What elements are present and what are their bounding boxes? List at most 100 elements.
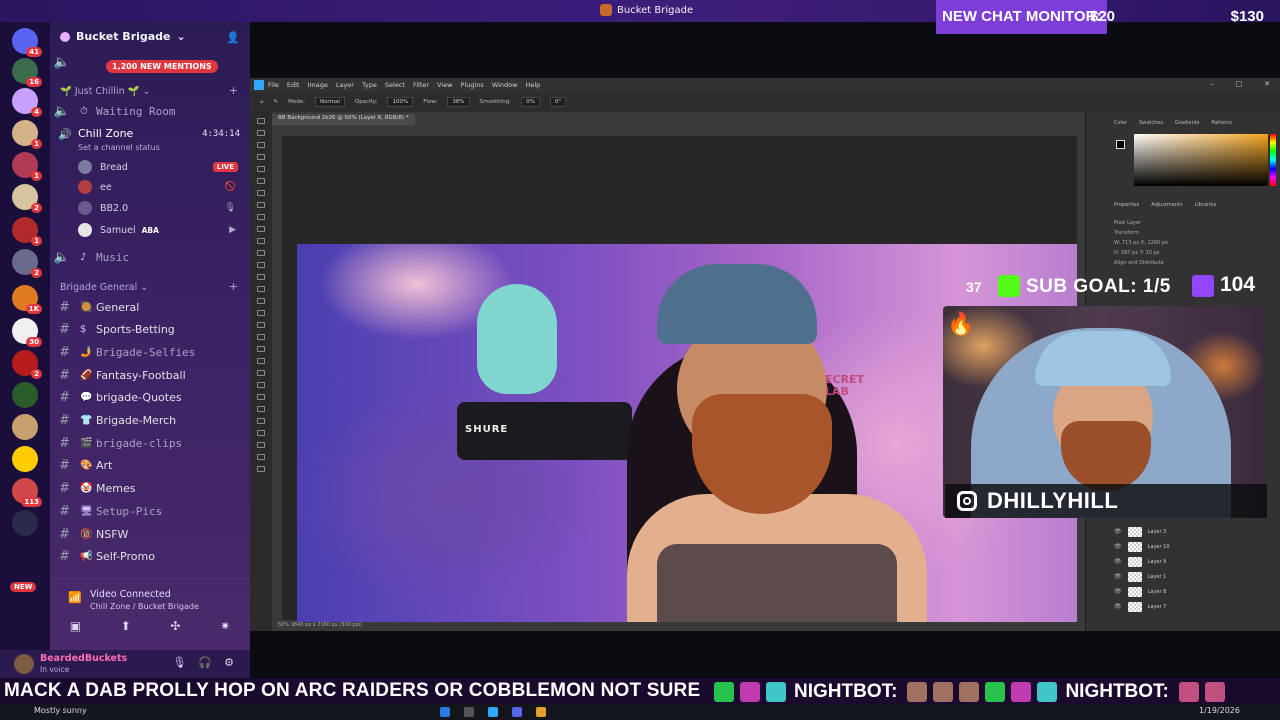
layer-row[interactable]: 👁 Layer 1	[1114, 569, 1274, 584]
headphones-icon[interactable]: 🎧	[198, 656, 212, 669]
soundboard-icon[interactable]: ✷	[220, 619, 230, 633]
server-icon[interactable]: 1	[12, 217, 42, 246]
tool-icon[interactable]	[257, 322, 265, 328]
menu-plugins[interactable]: Plugins	[461, 81, 484, 89]
brush-icon[interactable]: ✎	[274, 99, 279, 105]
tool-icon[interactable]	[257, 130, 265, 136]
tool-icon[interactable]	[257, 442, 265, 448]
menu-type[interactable]: Type	[362, 81, 377, 89]
server-icon[interactable]: 41	[12, 28, 42, 57]
tool-icon[interactable]	[257, 298, 265, 304]
search-icon[interactable]	[464, 707, 474, 717]
tool-icon[interactable]	[257, 250, 265, 256]
category-just-chillin[interactable]: 🌱 Just Chillin 🌱 ⌄	[60, 86, 150, 97]
tool-icon[interactable]	[257, 346, 265, 352]
add-channel-icon[interactable]: +	[229, 84, 238, 97]
tool-icon[interactable]	[257, 406, 265, 412]
home-icon[interactable]: ⌂	[260, 99, 264, 105]
category-brigade-general[interactable]: Brigade General ⌄	[60, 282, 148, 293]
tool-icon[interactable]	[257, 154, 265, 160]
tool-icon[interactable]	[257, 214, 265, 220]
channel-fantasy-football[interactable]: # 🏈 Fantasy-Football	[50, 365, 250, 385]
channel-setup-pics[interactable]: # 🖥 Setup-Pics	[50, 501, 250, 521]
server-icon[interactable]: 1	[12, 120, 42, 149]
tool-icon[interactable]	[257, 418, 265, 424]
panel-tab-properties[interactable]: Properties	[1114, 202, 1139, 208]
avatar[interactable]	[14, 654, 34, 674]
tool-icon[interactable]	[257, 262, 265, 268]
panel-tab-libraries[interactable]: Libraries	[1195, 202, 1217, 208]
screen-share-icon[interactable]: ⬆	[121, 619, 131, 633]
tool-icon[interactable]	[257, 334, 265, 340]
tool-icon[interactable]	[257, 142, 265, 148]
photoshop-app-icon[interactable]	[488, 707, 498, 717]
tool-icon[interactable]	[257, 238, 265, 244]
hue-slider[interactable]	[1270, 134, 1276, 186]
document-tab[interactable]: BB Background 2k26 @ 50% (Layer 6, RGB/8…	[272, 114, 415, 125]
weather-widget[interactable]: Mostly sunny	[34, 706, 87, 715]
mode-select[interactable]: Normal	[314, 97, 345, 107]
server-icon[interactable]: 1	[12, 152, 42, 181]
tool-icon[interactable]	[257, 358, 265, 364]
server-icon[interactable]: 16	[12, 58, 42, 87]
voice-channel-music[interactable]: 🔈 ♪ Music	[50, 247, 250, 267]
foreground-color-swatch[interactable]	[1116, 140, 1125, 149]
voice-channel-waiting-room[interactable]: 🔈 ⏱ Waiting Room	[50, 101, 250, 121]
server-icon[interactable]	[12, 382, 38, 408]
server-icon[interactable]	[12, 414, 38, 440]
channel-brigade-merch[interactable]: # 👕 Brigade-Merch	[50, 411, 250, 431]
tool-icon[interactable]	[257, 286, 265, 292]
channel-general[interactable]: # 🥘 General	[50, 297, 250, 317]
color-picker-field[interactable]	[1134, 134, 1268, 186]
eye-icon[interactable]: 👁	[1114, 603, 1122, 610]
tool-icon[interactable]	[257, 190, 265, 196]
panel-tab-adjustments[interactable]: Adjustments	[1151, 202, 1182, 208]
menu-help[interactable]: Help	[525, 81, 540, 89]
start-icon[interactable]	[440, 707, 450, 717]
menu-window[interactable]: Window	[492, 81, 518, 89]
layer-row[interactable]: 👁 Layer 3	[1114, 524, 1274, 539]
tool-icon[interactable]	[257, 382, 265, 388]
tool-icon[interactable]	[257, 394, 265, 400]
channel-memes[interactable]: # 🤡 Memes	[50, 479, 250, 499]
mentions-pill[interactable]: 1,200 NEW MENTIONS	[106, 60, 218, 73]
eye-icon[interactable]: 👁	[1114, 573, 1122, 580]
camera-off-icon[interactable]: ▣	[70, 619, 81, 633]
server-icon[interactable]: 2	[12, 249, 42, 278]
tool-icon[interactable]	[257, 310, 265, 316]
opacity-field[interactable]: 100%	[387, 97, 414, 107]
activities-icon[interactable]: ✣	[170, 619, 180, 633]
eye-icon[interactable]: 👁	[1114, 528, 1122, 535]
tool-icon[interactable]	[257, 430, 265, 436]
tool-icon[interactable]	[257, 118, 265, 124]
eye-icon[interactable]: 👁	[1114, 543, 1122, 550]
menu-layer[interactable]: Layer	[336, 81, 354, 89]
server-header[interactable]: Bucket Brigade ⌄	[60, 30, 186, 43]
discord-app-icon[interactable]	[512, 707, 522, 717]
menu-file[interactable]: File	[268, 81, 279, 89]
add-member-icon[interactable]: 👤	[226, 31, 240, 44]
server-icon[interactable]: 1K	[12, 285, 42, 314]
voice-user-ee[interactable]: ее 🚫	[78, 177, 248, 197]
voice-channel-chill-zone[interactable]: 🔊 Chill Zone 4:34:14 Set a channel statu…	[50, 124, 250, 154]
channel-self-promo[interactable]: # 📢 Self-Promo	[50, 547, 250, 567]
server-icon[interactable]: 113	[12, 478, 42, 507]
channel-brigade-quotes[interactable]: # 💬 brigade-Quotes	[50, 388, 250, 408]
gear-icon[interactable]: ⚙	[224, 656, 234, 669]
tool-icon[interactable]	[257, 178, 265, 184]
folder-icon[interactable]	[536, 707, 546, 717]
channel-sports-betting[interactable]: # $ Sports-Betting	[50, 320, 250, 340]
channel-status[interactable]: Set a channel status	[78, 143, 160, 152]
server-icon[interactable]	[12, 446, 38, 472]
menu-image[interactable]: Image	[307, 81, 327, 89]
server-icon[interactable]: 4	[12, 88, 42, 117]
tool-icon[interactable]	[257, 202, 265, 208]
layer-row[interactable]: 👁 Layer 7	[1114, 599, 1274, 614]
menu-view[interactable]: View	[437, 81, 452, 89]
minimize-icon[interactable]: –	[1210, 80, 1214, 88]
channel-nsfw[interactable]: # 🔞 NSFW	[50, 524, 250, 544]
panel-tab-swatches[interactable]: Swatches	[1139, 120, 1163, 126]
flow-field[interactable]: 38%	[447, 97, 470, 107]
panel-tab-patterns[interactable]: Patterns	[1211, 120, 1232, 126]
voice-user-bread[interactable]: Bread LIVE	[78, 157, 248, 177]
